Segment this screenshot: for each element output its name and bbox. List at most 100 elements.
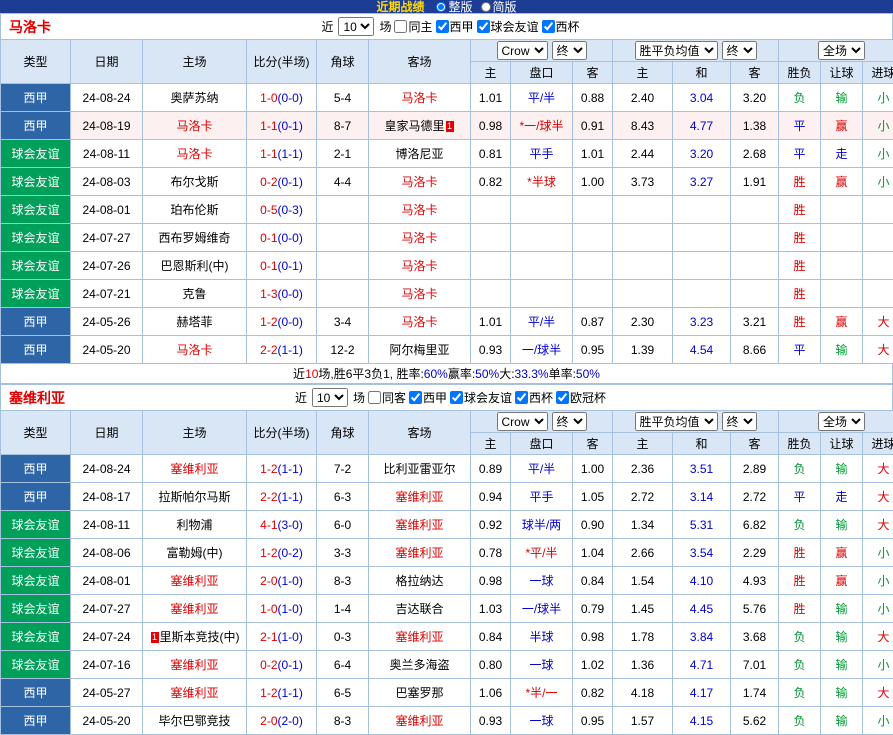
odds-home-cell: 0.80	[471, 651, 511, 679]
version-option[interactable]: 整版	[436, 0, 472, 13]
score-cell: 1-0(1-0)	[247, 595, 317, 623]
checkbox-icon[interactable]	[394, 20, 407, 33]
match-row: 西甲24-05-20马洛卡2-2(1-1)12-2阿尔梅里亚0.93一/球半0.…	[1, 336, 893, 364]
checkbox-icon[interactable]	[556, 391, 569, 404]
team-link[interactable]: 布尔戈斯	[170, 175, 218, 189]
summary-segment: 赢率:	[448, 365, 475, 382]
team-link[interactable]: 马洛卡	[401, 315, 437, 329]
team-link[interactable]: 西布罗姆维奇	[158, 231, 230, 245]
team-link[interactable]: 马洛卡	[176, 343, 212, 357]
team-link[interactable]: 奥兰多海盗	[389, 658, 449, 672]
team-link[interactable]: 克鲁	[182, 287, 206, 301]
recent-unit-label: 场	[353, 389, 365, 406]
handicap-result-cell: 赢	[821, 539, 863, 567]
date-cell: 24-05-20	[71, 707, 143, 735]
odds-home-cell: 1.06	[471, 679, 511, 707]
company-select[interactable]: Crow	[497, 41, 548, 60]
team-link[interactable]: 吉达联合	[395, 602, 443, 616]
corner-cell	[317, 252, 369, 280]
handicap-cell: 平手	[511, 140, 573, 168]
team-link[interactable]: 比利亚雷亚尔	[383, 462, 455, 476]
team-link[interactable]: 皇家马德里	[384, 119, 444, 133]
team-link[interactable]: 马洛卡	[176, 119, 212, 133]
date-cell: 24-05-26	[71, 308, 143, 336]
checkbox-icon[interactable]	[542, 20, 555, 33]
goals-cell	[863, 196, 893, 224]
team-link[interactable]: 马洛卡	[401, 203, 437, 217]
team-link[interactable]: 马洛卡	[401, 231, 437, 245]
summary-segment: 大:	[499, 365, 514, 382]
team-link[interactable]: 塞维利亚	[170, 658, 218, 672]
team-link[interactable]: 塞维利亚	[170, 462, 218, 476]
checkbox-icon[interactable]	[436, 20, 449, 33]
avg-final-select[interactable]: 终	[722, 412, 757, 431]
recent-unit-label: 场	[379, 18, 391, 35]
team-link[interactable]: 塞维利亚	[170, 602, 218, 616]
filter-checkbox[interactable]: 球会友谊	[477, 18, 539, 35]
filter-checkbox[interactable]: 西甲	[409, 389, 447, 406]
team-link[interactable]: 马洛卡	[401, 287, 437, 301]
checkbox-icon[interactable]	[409, 391, 422, 404]
team-link[interactable]: 塞维利亚	[395, 518, 443, 532]
team-link[interactable]: 里斯本竞技(中)	[160, 630, 240, 644]
handicap-cell: *平/半	[511, 539, 573, 567]
filter-checkbox[interactable]: 同主	[394, 18, 432, 35]
team-link[interactable]: 毕尔巴鄂竞技	[158, 714, 230, 728]
team-link[interactable]: 马洛卡	[401, 175, 437, 189]
team-link[interactable]: 塞维利亚	[395, 630, 443, 644]
avg-final-select[interactable]: 终	[722, 41, 757, 60]
filter-checkbox[interactable]: 球会友谊	[450, 389, 512, 406]
handicap-result-cell: 输	[821, 336, 863, 364]
team-link[interactable]: 巴塞罗那	[395, 686, 443, 700]
radio-icon[interactable]	[436, 2, 446, 12]
recent-label: 近	[321, 18, 333, 35]
team-link[interactable]: 珀布伦斯	[170, 203, 218, 217]
team-link[interactable]: 马洛卡	[176, 147, 212, 161]
team-link[interactable]: 利物浦	[176, 518, 212, 532]
recent-count-select[interactable]: 10	[312, 388, 348, 407]
odds-home-cell: 1.03	[471, 595, 511, 623]
team-link[interactable]: 富勒姆(中)	[167, 546, 223, 560]
team-link[interactable]: 阿尔梅里亚	[389, 343, 449, 357]
team-link[interactable]: 塞维利亚	[395, 714, 443, 728]
company-select[interactable]: Crow	[497, 412, 548, 431]
team-link[interactable]: 塞维利亚	[170, 574, 218, 588]
team-link[interactable]: 马洛卡	[401, 259, 437, 273]
company-final-select[interactable]: 终	[552, 412, 587, 431]
checkbox-icon[interactable]	[515, 391, 528, 404]
company-final-select[interactable]: 终	[552, 41, 587, 60]
team-link[interactable]: 塞维利亚	[170, 686, 218, 700]
team-link[interactable]: 塞维利亚	[395, 546, 443, 560]
filter-checkbox[interactable]: 同客	[368, 389, 406, 406]
team-link[interactable]: 博洛尼亚	[395, 147, 443, 161]
filter-checkbox[interactable]: 西杯	[515, 389, 553, 406]
avg-select[interactable]: 胜平负均值	[635, 412, 718, 431]
avg-away-cell	[731, 224, 779, 252]
team-link[interactable]: 塞维利亚	[395, 490, 443, 504]
avg-select[interactable]: 胜平负均值	[635, 41, 718, 60]
team-link[interactable]: 格拉纳达	[395, 574, 443, 588]
team-link[interactable]: 奥萨苏纳	[170, 91, 218, 105]
avg-draw-cell	[673, 280, 731, 308]
recent-count-select[interactable]: 10	[338, 17, 374, 36]
date-cell: 24-07-27	[71, 224, 143, 252]
filter-checkbox[interactable]: 西杯	[542, 18, 580, 35]
filter-checkbox[interactable]: 欧冠杯	[556, 389, 606, 406]
match-row: 西甲24-05-20毕尔巴鄂竞技2-0(2-0)8-3塞维利亚0.93一球0.9…	[1, 707, 893, 735]
checkbox-icon[interactable]	[477, 20, 490, 33]
radio-icon[interactable]	[481, 2, 491, 12]
version-option[interactable]: 简版	[481, 0, 517, 13]
team-link[interactable]: 赫塔菲	[176, 315, 212, 329]
checkbox-icon[interactable]	[368, 391, 381, 404]
filter-checkbox[interactable]: 西甲	[436, 18, 474, 35]
avg-home-cell: 1.57	[613, 707, 673, 735]
team-link[interactable]: 马洛卡	[401, 91, 437, 105]
team-link[interactable]: 拉斯帕尔马斯	[158, 490, 230, 504]
team-link[interactable]: 巴恩斯利(中)	[161, 259, 229, 273]
scope-select[interactable]: 全场	[818, 412, 865, 431]
checkbox-icon[interactable]	[450, 391, 463, 404]
column-subheader: 盘口	[511, 433, 573, 455]
avg-away-cell: 2.72	[731, 483, 779, 511]
corner-cell: 0-3	[317, 623, 369, 651]
scope-select[interactable]: 全场	[818, 41, 865, 60]
